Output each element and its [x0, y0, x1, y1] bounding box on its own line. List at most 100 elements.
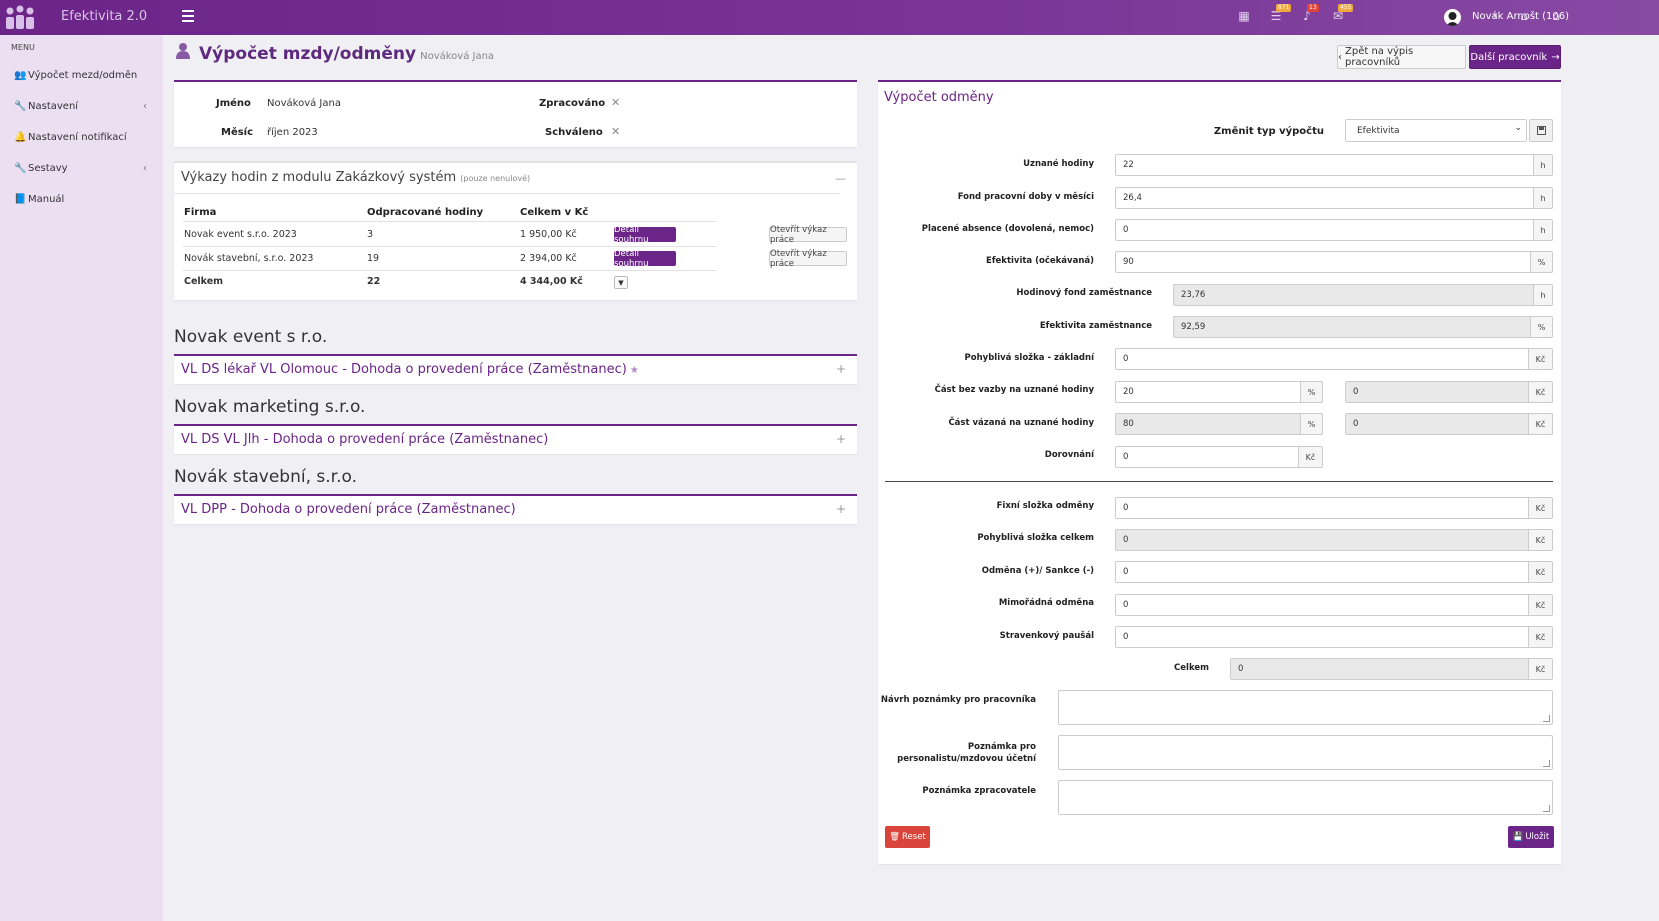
book-icon: 📘	[14, 194, 27, 205]
meal-allowance-input[interactable]: 0	[1115, 626, 1529, 648]
bonus-penalty-input[interactable]: 0	[1115, 561, 1529, 583]
processed-label: Zpracováno	[539, 98, 606, 109]
tasks-icon[interactable]: ☰ 871	[1269, 4, 1292, 23]
bell-icon: 🔔	[14, 132, 27, 143]
sidebar-item-notifikace[interactable]: 🔔 Nastavení notifikací	[14, 132, 127, 143]
sidebar: MENU 👥 Výpočet mezd/odměn 🔧 Nastavení ‹ …	[0, 35, 163, 921]
field-label: Pohyblivá složka - základní	[964, 353, 1094, 363]
row-firm: Novák stavební, s.r.o. 2023	[184, 253, 314, 264]
row-hours: 19	[367, 253, 380, 264]
contract-label[interactable]: VL DS VL Jlh - Dohoda o provedení práce …	[181, 432, 548, 447]
fixed-component-input[interactable]: 0	[1115, 497, 1529, 519]
chevron-left-icon[interactable]: ‹	[143, 101, 147, 112]
hourly-fund-readonly: 23,76	[1173, 284, 1534, 306]
contract-label[interactable]: VL DPP - Dohoda o provedení práce (Zaměs…	[181, 502, 516, 517]
users-icon: 👥	[14, 70, 27, 81]
name-label: Jméno	[216, 98, 251, 109]
wrench-icon: 🔧	[14, 163, 27, 174]
chevron-left-icon[interactable]: ‹	[143, 163, 147, 174]
unit-addon: Kč	[1529, 381, 1553, 403]
close-icon: ✕	[611, 125, 621, 138]
paid-absence-input[interactable]: 0	[1115, 219, 1534, 241]
row-firm: Novak event s.r.o. 2023	[184, 229, 297, 240]
sidebar-item-label: Nastavení notifikací	[28, 132, 127, 143]
home-icon[interactable]: ⌂	[1549, 10, 1563, 23]
contract-panel[interactable]: VL DPP - Dohoda o provedení práce (Zaměs…	[174, 494, 857, 524]
note-hr-textarea[interactable]	[1058, 735, 1553, 770]
expand-plus-icon[interactable]: +	[836, 502, 846, 516]
save-type-button[interactable]	[1529, 119, 1553, 142]
wrench-icon: 🔧	[14, 101, 27, 112]
logo-icon[interactable]	[4, 5, 36, 31]
user-dropdown-icon[interactable]: ▾	[1488, 10, 1502, 23]
contract-label[interactable]: VL DS lékař VL Olomouc - Dohoda o proved…	[181, 362, 639, 377]
column-header-firma: Firma	[184, 207, 217, 218]
menu-toggle-icon[interactable]	[182, 10, 194, 22]
unbound-part-percent-input[interactable]: 20	[1115, 381, 1301, 403]
field-label: Hodinový fond zaměstnance	[1016, 288, 1152, 298]
page-title: Výpočet mzdy/odměny	[199, 44, 417, 64]
note-worker-label: Návrh poznámky pro pracovníka	[880, 695, 1036, 705]
expand-plus-icon[interactable]: +	[836, 432, 846, 446]
save-button[interactable]: 💾 Uložit	[1508, 826, 1554, 848]
hours-reports-card: Výkazy hodin z modulu Zakázkový systém (…	[174, 161, 857, 300]
field-label: Placené absence (dovolená, nemoc)	[921, 224, 1094, 234]
divider	[183, 270, 717, 271]
messages-badge: 455	[1338, 4, 1354, 12]
avatar[interactable]	[1444, 9, 1461, 26]
next-worker-button[interactable]: Další pracovník →	[1469, 45, 1561, 69]
institution-icon[interactable]: ⌂	[1517, 10, 1531, 23]
sidebar-item-label: Sestavy	[28, 163, 68, 174]
hours-card-title: Výkazy hodin z modulu Zakázkový systém (…	[181, 170, 530, 185]
field-label: Odměna (+)/ Sankce (-)	[981, 566, 1094, 576]
unit-addon: h	[1534, 284, 1553, 306]
reset-label: Reset	[902, 832, 926, 842]
approved-label: Schváleno	[545, 127, 603, 138]
calc-type-select[interactable]: Efektivita ⌄	[1345, 119, 1527, 142]
sum-label: Celkem	[184, 276, 224, 287]
contract-panel[interactable]: VL DS lékař VL Olomouc - Dohoda o proved…	[174, 354, 857, 384]
contract-panel[interactable]: VL DS VL Jlh - Dohoda o provedení práce …	[174, 424, 857, 454]
note-processor-textarea[interactable]	[1058, 780, 1553, 815]
back-to-list-button[interactable]: ‹ Zpět na výpis pracovníků	[1337, 45, 1466, 69]
notifications-badge: 13	[1307, 4, 1319, 12]
app-title[interactable]: Efektivita 2.0	[61, 9, 147, 24]
reward-calculation-card: Výpočet odměny Změnit typ výpočtu Efekti…	[878, 80, 1561, 864]
collapse-icon[interactable]: —	[835, 172, 846, 185]
sidebar-item-label: Výpočet mezd/odměn	[28, 70, 138, 81]
caret-down-icon[interactable]: ▼	[614, 276, 628, 289]
total-readonly: 0	[1230, 658, 1529, 680]
hours-title-note: (pouze nenulové)	[460, 174, 531, 183]
unit-addon: Kč	[1529, 561, 1553, 583]
field-label: Mimořádná odměna	[998, 598, 1094, 608]
unit-addon: %	[1531, 316, 1553, 338]
name-value: Nováková Jana	[267, 98, 341, 109]
sidebar-item-manual[interactable]: 📘 Manuál	[14, 194, 64, 205]
work-fund-input[interactable]: 26,4	[1115, 187, 1534, 209]
calendar-icon[interactable]: ▦	[1237, 10, 1251, 23]
open-report-button[interactable]: Otevřít výkaz práce	[769, 225, 847, 245]
sidebar-item-sestavy[interactable]: 🔧 Sestavy	[14, 163, 68, 174]
messages-icon[interactable]: ✉ 455	[1331, 4, 1354, 23]
open-report-button[interactable]: Otevřít výkaz práce	[769, 249, 847, 269]
reset-button[interactable]: 🗑 Reset	[885, 826, 930, 848]
extra-bonus-input[interactable]: 0	[1115, 594, 1529, 616]
bell-icon[interactable]: ♪ 13	[1300, 4, 1319, 23]
detail-summary-button[interactable]: Detail souhrnu	[614, 249, 676, 269]
compensation-input[interactable]: 0	[1115, 446, 1299, 468]
expected-efficiency-input[interactable]: 90	[1115, 251, 1531, 273]
note-worker-textarea[interactable]	[1058, 690, 1553, 725]
field-label: Celkem	[1174, 663, 1209, 673]
detail-summary-button[interactable]: Detail souhrnu	[614, 225, 676, 245]
variable-total-readonly: 0	[1115, 529, 1529, 551]
row-hours: 3	[367, 229, 374, 240]
expand-plus-icon[interactable]: +	[836, 362, 846, 376]
company-title: Novak marketing s.r.o.	[174, 397, 366, 417]
variable-base-input[interactable]: 0	[1115, 348, 1529, 370]
unit-addon: Kč	[1529, 413, 1553, 435]
back-button-label: Zpět na výpis pracovníků	[1345, 46, 1414, 68]
recognized-hours-input[interactable]: 22	[1115, 154, 1534, 176]
column-header-hours: Odpracované hodiny	[367, 207, 484, 218]
sidebar-item-nastaveni[interactable]: 🔧 Nastavení	[14, 101, 78, 112]
sidebar-item-vypocet[interactable]: 👥 Výpočet mezd/odměn	[14, 70, 137, 81]
